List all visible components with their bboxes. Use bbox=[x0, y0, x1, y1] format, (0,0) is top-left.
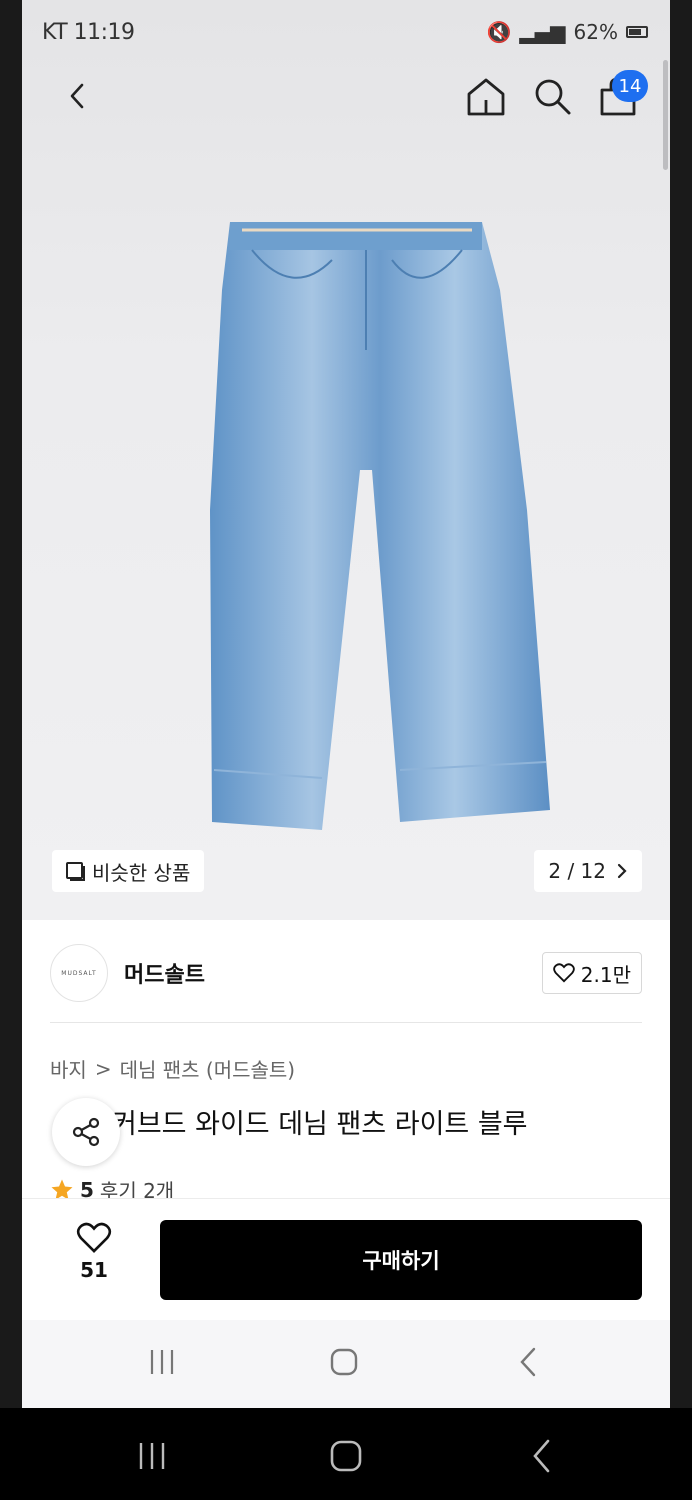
battery-icon bbox=[626, 26, 648, 38]
brand-like-button[interactable]: 2.1만 bbox=[541, 952, 642, 994]
similar-products-label: 비슷한 상품 bbox=[92, 860, 191, 885]
status-time: KT 11:19 bbox=[42, 20, 135, 45]
breadcrumb-category[interactable]: 바지 bbox=[50, 1054, 87, 1083]
device-recent-apps-icon[interactable] bbox=[134, 1438, 170, 1474]
buy-button[interactable]: 구매하기 bbox=[160, 1220, 642, 1300]
cart-count-badge: 14 bbox=[612, 70, 648, 102]
device-home-icon[interactable] bbox=[328, 1438, 364, 1474]
breadcrumb-separator: > bbox=[94, 1056, 112, 1081]
breadcrumb-subcategory[interactable]: 데님 팬츠 (머드솔트) bbox=[120, 1054, 296, 1083]
device-bezel-left bbox=[0, 0, 22, 1408]
product-photo-jeans bbox=[210, 222, 550, 830]
share-icon bbox=[72, 1117, 100, 1147]
mute-icon: 🔇 bbox=[486, 20, 512, 44]
product-image-gallery[interactable]: KT 11:19 🔇 ▂▄▆ 62% 14 비슷한 상품 2 / 12 bbox=[22, 0, 670, 920]
product-title-text: 커브드 와이드 데님 팬츠 라이트 블루 bbox=[112, 1109, 528, 1140]
home-icon[interactable] bbox=[462, 72, 510, 120]
app-screen: KT 11:19 🔇 ▂▄▆ 62% 14 비슷한 상품 2 / 12 MUDS… bbox=[22, 0, 670, 1408]
back-icon[interactable] bbox=[54, 72, 102, 120]
heart-icon bbox=[552, 963, 575, 983]
nav-back-icon[interactable] bbox=[512, 1346, 544, 1378]
divider bbox=[50, 1022, 642, 1023]
chevron-right-icon bbox=[617, 863, 627, 879]
page-indicator-text: 2 / 12 bbox=[548, 859, 606, 883]
status-bar: KT 11:19 🔇 ▂▄▆ 62% bbox=[22, 0, 670, 60]
brand-like-count: 2.1만 bbox=[580, 962, 631, 987]
brand-name[interactable]: 머드솔트 bbox=[124, 957, 205, 989]
signal-icon: ▂▄▆ bbox=[519, 20, 566, 44]
breadcrumb: 바지 > 데님 팬츠 (머드솔트) bbox=[50, 1054, 295, 1083]
product-title: 커브드 와이드 데님 팬츠 라이트 블루 bbox=[50, 1102, 650, 1141]
battery-percent: 62% bbox=[573, 20, 618, 44]
share-button[interactable] bbox=[52, 1098, 120, 1166]
brand-row[interactable]: MUDSALT 머드솔트 2.1만 bbox=[50, 942, 642, 1004]
scrollbar[interactable] bbox=[663, 60, 668, 170]
device-back-icon[interactable] bbox=[524, 1438, 560, 1474]
device-bezel-right bbox=[670, 0, 692, 1408]
search-icon[interactable] bbox=[528, 72, 576, 120]
wishlist-button[interactable]: 51 bbox=[66, 1222, 122, 1292]
similar-icon bbox=[66, 862, 85, 881]
similar-products-button[interactable]: 비슷한 상품 bbox=[52, 850, 205, 892]
image-page-indicator[interactable]: 2 / 12 bbox=[534, 850, 642, 892]
heart-icon bbox=[76, 1222, 112, 1253]
recent-apps-icon[interactable] bbox=[146, 1346, 178, 1378]
home-button-icon[interactable] bbox=[328, 1346, 360, 1378]
status-indicators: 🔇 ▂▄▆ 62% bbox=[486, 20, 648, 44]
brand-logo[interactable]: MUDSALT bbox=[50, 944, 108, 1002]
wishlist-count: 51 bbox=[80, 1258, 108, 1282]
